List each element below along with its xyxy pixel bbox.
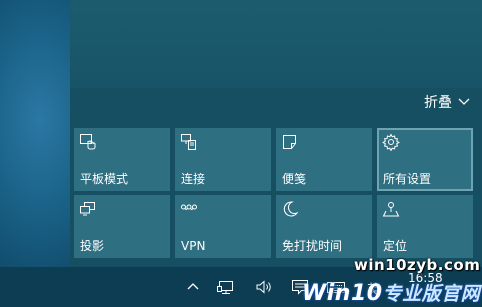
network-icon[interactable] bbox=[216, 277, 236, 297]
chevron-down-icon bbox=[458, 98, 470, 105]
tile-label: 便笺 bbox=[282, 172, 307, 186]
tablet-mode-icon bbox=[80, 134, 96, 150]
collapse-button[interactable]: 折叠 bbox=[424, 92, 470, 112]
watermark-site: win10zyb.com bbox=[354, 256, 481, 274]
tile-connect[interactable]: 连接 bbox=[175, 128, 271, 191]
tile-label: 所有设置 bbox=[383, 172, 432, 186]
tile-vpn[interactable]: VPN bbox=[175, 195, 271, 258]
screen: 折叠 平板模式 连接 便笺 所有设置 投影 VPN 免打扰时间 定位 英 16:… bbox=[0, 0, 482, 307]
gear-icon bbox=[382, 133, 400, 151]
tile-label: 连接 bbox=[181, 172, 206, 186]
note-icon bbox=[283, 135, 296, 149]
tile-label: 平板模式 bbox=[80, 172, 129, 186]
tile-all-settings[interactable]: 所有设置 bbox=[377, 128, 473, 191]
moon-icon bbox=[283, 201, 299, 217]
project-icon bbox=[80, 202, 95, 216]
location-icon bbox=[382, 202, 400, 217]
chevron-up-icon[interactable] bbox=[183, 277, 203, 297]
watermark-brand: Win10专业版官网 bbox=[302, 279, 480, 306]
collapse-label: 折叠 bbox=[424, 95, 452, 111]
volume-icon[interactable] bbox=[254, 277, 274, 297]
watermark-brand-a: Win10 bbox=[302, 281, 383, 306]
tile-location[interactable]: 定位 bbox=[377, 195, 473, 258]
tile-label: 定位 bbox=[383, 239, 408, 253]
tile-label: 投影 bbox=[80, 239, 105, 253]
watermark-brand-b: 专业版官网 bbox=[382, 283, 481, 305]
vpn-icon bbox=[181, 204, 197, 210]
notifications-area bbox=[70, 0, 482, 88]
tile-note[interactable]: 便笺 bbox=[276, 128, 372, 191]
tile-quiet-hours[interactable]: 免打扰时间 bbox=[276, 195, 372, 258]
tile-tablet-mode[interactable]: 平板模式 bbox=[74, 128, 170, 191]
tile-label: 免打扰时间 bbox=[282, 239, 343, 253]
quick-actions-grid: 平板模式 连接 便笺 所有设置 投影 VPN 免打扰时间 定位 bbox=[74, 128, 478, 264]
tile-label: VPN bbox=[181, 239, 206, 253]
tile-project[interactable]: 投影 bbox=[74, 195, 170, 258]
connect-icon bbox=[181, 134, 196, 150]
